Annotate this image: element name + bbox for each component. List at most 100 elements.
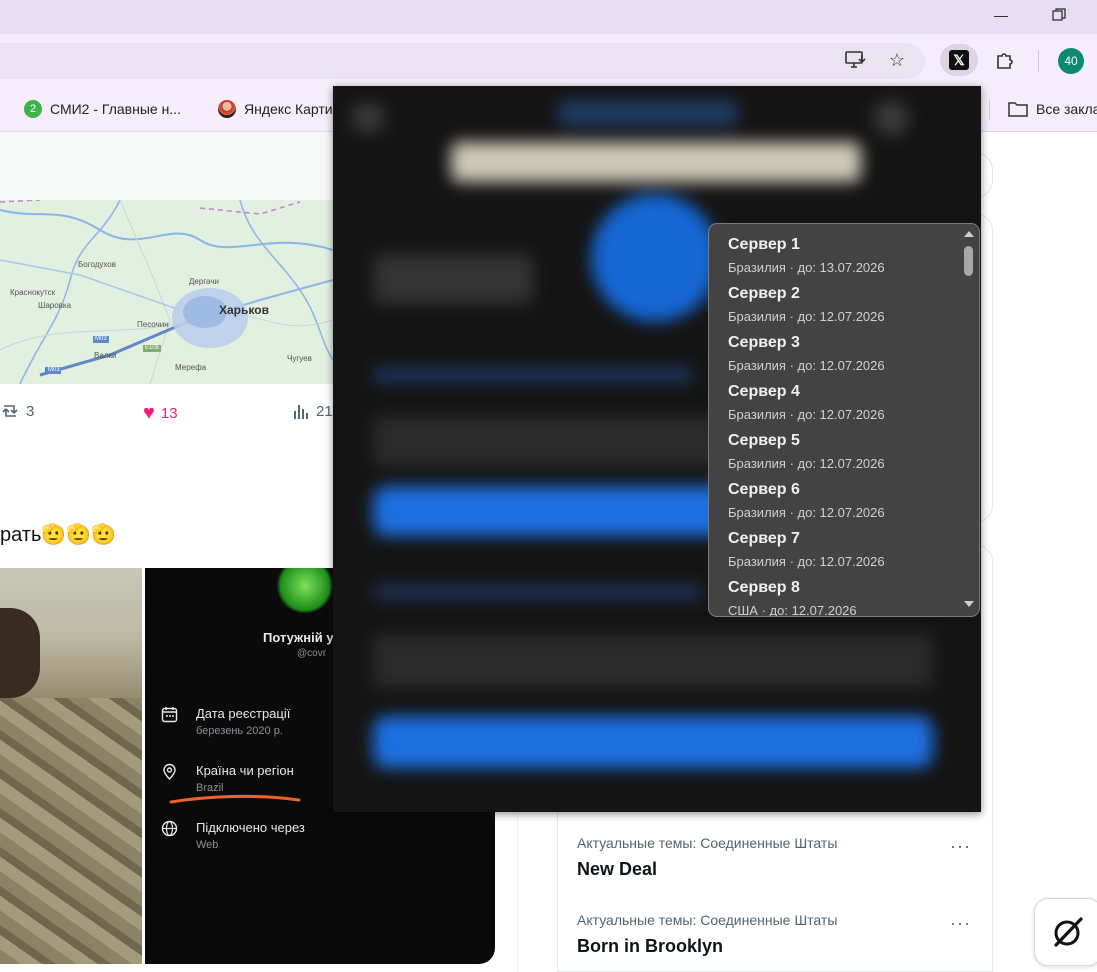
minimize-icon[interactable]: — bbox=[978, 0, 1024, 30]
server-option[interactable]: Сервер 4 Бразилия · до: 12.07.2026 bbox=[728, 383, 958, 422]
trend-name: New Deal bbox=[577, 859, 658, 879]
server-detail: США · до: 12.07.2026 bbox=[728, 603, 857, 617]
browser-toolbar: ☆ 𝕏 40 bbox=[0, 34, 1097, 86]
server-name: Сервер 1 bbox=[728, 236, 800, 253]
photo-camo-shape bbox=[0, 698, 142, 964]
profile-avatar[interactable]: 40 bbox=[1058, 48, 1084, 74]
photo-face-shape bbox=[0, 608, 40, 698]
bookmark-yandex-images[interactable]: Яндекс Карти bbox=[218, 98, 333, 120]
server-detail: Бразилия · до: 13.07.2026 bbox=[728, 260, 885, 275]
row-label: Дата реєстрації bbox=[196, 706, 291, 721]
globe-icon bbox=[161, 820, 178, 837]
restore-icon[interactable] bbox=[1036, 0, 1082, 30]
profile-card-avatar bbox=[275, 568, 335, 613]
server-detail: Бразилия · до: 12.07.2026 bbox=[728, 358, 885, 373]
bookmark-label: Все закла bbox=[1036, 101, 1097, 117]
calendar-icon bbox=[161, 707, 178, 723]
server-name: Сервер 8 bbox=[728, 579, 800, 596]
server-name: Сервер 3 bbox=[728, 334, 800, 351]
dropdown-scrollbar[interactable] bbox=[960, 224, 978, 616]
retweet-stat[interactable]: 3 bbox=[0, 402, 34, 420]
server-detail: Бразилия · до: 12.07.2026 bbox=[728, 505, 885, 520]
server-option[interactable]: Сервер 6 Бразилия · до: 12.07.2026 bbox=[728, 481, 958, 520]
trend-more-button[interactable]: ··· bbox=[950, 913, 971, 934]
server-detail: Бразилия · до: 12.07.2026 bbox=[728, 456, 885, 471]
floating-grok-button[interactable] bbox=[1034, 898, 1097, 966]
address-bar[interactable] bbox=[0, 43, 925, 79]
bookmark-label: Яндекс Карти bbox=[244, 101, 333, 117]
server-name: Сервер 5 bbox=[728, 432, 800, 449]
tweet-photo-soldier[interactable] bbox=[0, 568, 142, 964]
analytics-icon bbox=[294, 405, 308, 419]
like-stat[interactable]: ♥ 13 bbox=[143, 402, 178, 425]
orange-underline-annotation bbox=[169, 794, 301, 804]
server-name: Сервер 2 bbox=[728, 285, 800, 302]
scroll-up-arrow-icon[interactable] bbox=[963, 230, 975, 238]
x-extension-icon[interactable]: 𝕏 bbox=[940, 44, 978, 76]
profile-card-name: Потужній у bbox=[263, 630, 334, 645]
row-label: Країна чи регіон bbox=[196, 763, 294, 778]
server-name: Сервер 7 bbox=[728, 530, 800, 547]
server-option[interactable]: Сервер 8 США · до: 12.07.2026 bbox=[728, 579, 958, 617]
bookmark-smi2[interactable]: 2 СМИ2 - Главные н... bbox=[24, 98, 181, 120]
trend-item[interactable]: Актуальные темы: Соединенные Штаты New D… bbox=[577, 835, 977, 880]
bookmark-label: СМИ2 - Главные н... bbox=[50, 101, 181, 117]
smi2-favicon-icon: 2 bbox=[24, 100, 42, 118]
views-stat[interactable]: 21 bbox=[292, 402, 333, 420]
tweet-text: рать🫡🫡🫡 bbox=[0, 524, 117, 546]
install-app-icon[interactable] bbox=[838, 44, 872, 76]
server-option[interactable]: Сервер 1 Бразилия · до: 13.07.2026 bbox=[728, 236, 958, 275]
server-detail: Бразилия · до: 12.07.2026 bbox=[728, 407, 885, 422]
scroll-down-arrow-icon[interactable] bbox=[963, 600, 975, 608]
map-road-label: M03 bbox=[95, 336, 107, 342]
server-option[interactable]: Сервер 7 Бразилия · до: 12.07.2026 bbox=[728, 530, 958, 569]
server-option[interactable]: Сервер 3 Бразилия · до: 12.07.2026 bbox=[728, 334, 958, 373]
map-place-label: Валки bbox=[94, 351, 117, 360]
column-divider bbox=[517, 812, 518, 972]
map-place-label: Дергачи bbox=[189, 277, 219, 286]
map-place-label: Песочин bbox=[137, 320, 169, 329]
map-road-label: M03 bbox=[48, 367, 60, 373]
heart-icon: ♥ bbox=[143, 402, 155, 424]
bookmark-star-icon[interactable]: ☆ bbox=[880, 44, 914, 76]
trend-category: Актуальные темы: Соединенные Штаты bbox=[577, 912, 838, 928]
row-label: Підключено через bbox=[196, 820, 305, 835]
trend-category: Актуальные темы: Соединенные Штаты bbox=[577, 835, 838, 851]
map-place-label: Чугуев bbox=[287, 354, 312, 363]
row-value: Web bbox=[196, 839, 219, 851]
folder-icon bbox=[1008, 102, 1028, 117]
yandex-images-favicon-icon bbox=[218, 100, 236, 118]
retweet-icon bbox=[2, 405, 18, 417]
row-value: березень 2020 р. bbox=[196, 725, 283, 737]
profile-row-connected-via: Підключено через Web bbox=[161, 820, 305, 851]
all-bookmarks-folder[interactable]: Все закла bbox=[1008, 98, 1097, 120]
feed-header-area bbox=[0, 132, 333, 200]
profile-row-country: Країна чи регіон Brazil bbox=[161, 763, 294, 794]
profile-row-registration: Дата реєстрації березень 2020 р. bbox=[161, 706, 290, 737]
map-road-label: E105 bbox=[145, 345, 160, 351]
profile-card-handle: @covr bbox=[297, 648, 327, 659]
server-option[interactable]: Сервер 2 Бразилия · до: 12.07.2026 bbox=[728, 285, 958, 324]
extensions-puzzle-icon[interactable] bbox=[988, 44, 1022, 76]
map-place-label: Шарoвка bbox=[38, 301, 72, 310]
tweet-map-image[interactable]: Харьков Богодухов Краснокутск Шарoвка Де… bbox=[0, 200, 333, 384]
server-name: Сервер 4 bbox=[728, 383, 800, 400]
scrollbar-thumb[interactable] bbox=[964, 246, 973, 276]
server-detail: Бразилия · до: 12.07.2026 bbox=[728, 554, 885, 569]
trend-item[interactable]: Актуальные темы: Соединенные Штаты Born … bbox=[577, 912, 977, 957]
map-city-label: Харьков bbox=[219, 303, 269, 317]
location-pin-icon bbox=[163, 763, 176, 780]
server-dropdown-list[interactable]: Сервер 1 Бразилия · до: 13.07.2026 Серве… bbox=[708, 223, 980, 617]
retweet-count: 3 bbox=[26, 402, 35, 420]
toolbar-divider bbox=[1038, 50, 1039, 72]
views-count: 21 bbox=[316, 402, 333, 420]
map-place-label: Краснокутск bbox=[10, 288, 56, 297]
trend-name: Born in Brooklyn bbox=[577, 936, 724, 956]
window-titlebar: — bbox=[0, 0, 1097, 34]
server-detail: Бразилия · до: 12.07.2026 bbox=[728, 309, 885, 324]
server-name: Сервер 6 bbox=[728, 481, 800, 498]
server-option[interactable]: Сервер 5 Бразилия · до: 12.07.2026 bbox=[728, 432, 958, 471]
map-place-label: Мерефа bbox=[175, 363, 207, 372]
grok-slash-circle-icon bbox=[1054, 917, 1083, 947]
trend-more-button[interactable]: ··· bbox=[950, 836, 971, 857]
